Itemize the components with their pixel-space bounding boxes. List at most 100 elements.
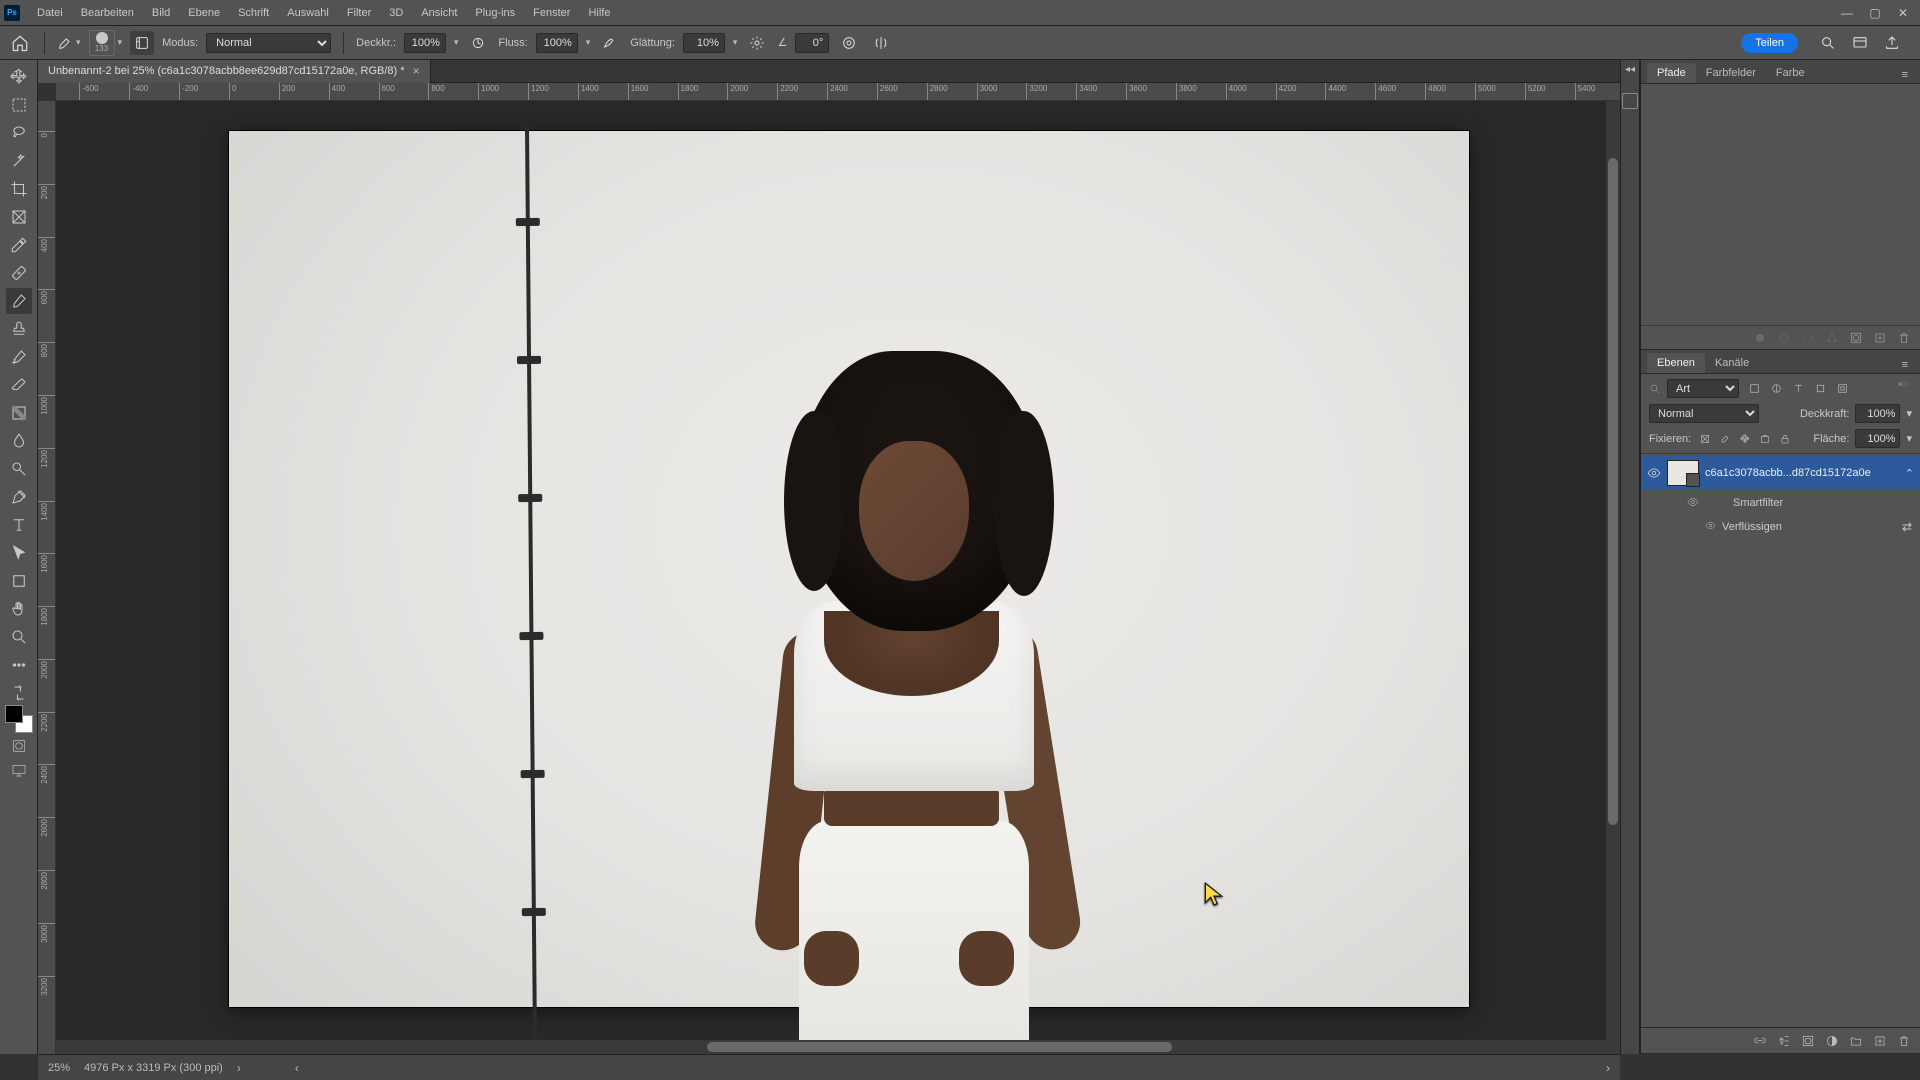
smoothing-input[interactable] <box>683 33 725 53</box>
tab-ebenen[interactable]: Ebenen <box>1647 353 1705 373</box>
eraser-tool[interactable] <box>6 372 32 398</box>
frame-tool[interactable] <box>6 204 32 230</box>
menu-bild[interactable]: Bild <box>143 3 179 23</box>
maximize-button[interactable]: ▢ <box>1862 3 1888 23</box>
brush-tool-preset[interactable]: ▾ <box>57 35 81 51</box>
home-button[interactable] <box>8 31 32 55</box>
type-tool[interactable] <box>6 512 32 538</box>
docinfo-menu-icon[interactable]: › <box>237 1061 241 1075</box>
lock-transparent-icon[interactable] <box>1697 431 1713 447</box>
path-from-selection-icon[interactable] <box>1824 330 1840 346</box>
brush-panel-toggle[interactable] <box>130 31 154 55</box>
layer-row[interactable]: c6a1c3078acbb...d87cd15172a0e ⌃ <box>1641 456 1920 490</box>
ruler-horizontal[interactable]: -600-400-2000200400600800100012001400160… <box>56 83 1620 101</box>
lock-all-icon[interactable] <box>1777 431 1793 447</box>
new-layer-icon[interactable] <box>1872 1033 1888 1049</box>
menu-ansicht[interactable]: Ansicht <box>412 3 466 23</box>
menu-schrift[interactable]: Schrift <box>229 3 278 23</box>
swap-colors[interactable] <box>6 686 32 700</box>
dodge-tool[interactable] <box>6 456 32 482</box>
wand-tool[interactable] <box>6 148 32 174</box>
canvas-vertical-scrollbar[interactable] <box>1606 101 1620 1054</box>
history-brush-tool[interactable] <box>6 344 32 370</box>
filter-toggle[interactable] <box>1894 382 1912 395</box>
menu-bearbeiten[interactable]: Bearbeiten <box>72 3 143 23</box>
filter-shape-icon[interactable] <box>1811 380 1829 398</box>
blur-tool[interactable] <box>6 428 32 454</box>
move-tool[interactable] <box>6 64 32 90</box>
document-tab[interactable]: Unbenannt-2 bei 25% (c6a1c3078acbb8ee629… <box>38 60 431 83</box>
scrollbar-thumb[interactable] <box>707 1042 1172 1052</box>
layer-fill-input[interactable] <box>1855 429 1900 448</box>
brush-preset-picker[interactable]: 133 ▾ <box>89 30 123 56</box>
marquee-tool[interactable] <box>6 92 32 118</box>
canvas-image[interactable] <box>229 131 1469 1007</box>
chevron-down-icon[interactable]: ▾ <box>586 37 591 48</box>
filter-type-icon[interactable] <box>1789 380 1807 398</box>
visibility-toggle[interactable] <box>1687 496 1699 511</box>
delete-layer-icon[interactable] <box>1896 1033 1912 1049</box>
layer-opacity-input[interactable] <box>1855 404 1900 423</box>
chevron-down-icon[interactable]: ▾ <box>1906 407 1912 420</box>
expand-dock-icon[interactable]: ◂◂ <box>1621 60 1639 79</box>
symmetry-toggle[interactable] <box>869 31 893 55</box>
delete-path-icon[interactable] <box>1896 330 1912 346</box>
docked-panel-icon[interactable] <box>1622 93 1638 109</box>
canvas-horizontal-scrollbar[interactable] <box>56 1040 1606 1054</box>
layer-mask-icon[interactable] <box>1800 1033 1816 1049</box>
filter-blend-options-icon[interactable]: ⇄ <box>1902 520 1912 534</box>
lock-position-icon[interactable] <box>1737 431 1753 447</box>
flow-input[interactable] <box>536 33 578 53</box>
layer-thumbnail[interactable] <box>1667 460 1699 486</box>
tab-farbe[interactable]: Farbe <box>1766 63 1815 83</box>
crop-tool[interactable] <box>6 176 32 202</box>
menu-3d[interactable]: 3D <box>380 3 412 23</box>
airbrush-toggle[interactable] <box>598 31 622 55</box>
menu-filter[interactable]: Filter <box>338 3 380 23</box>
blend-mode-select[interactable]: Normal <box>1649 404 1759 423</box>
export-icon[interactable] <box>1880 31 1904 55</box>
ruler-vertical[interactable]: 0200400600800100012001400160018002000220… <box>38 101 56 1054</box>
lasso-tool[interactable] <box>6 120 32 146</box>
minimize-button[interactable]: — <box>1834 3 1860 23</box>
link-layers-icon[interactable] <box>1752 1033 1768 1049</box>
visibility-toggle[interactable] <box>1705 520 1716 534</box>
new-path-icon[interactable] <box>1872 330 1888 346</box>
pen-tool[interactable] <box>6 484 32 510</box>
menu-hilfe[interactable]: Hilfe <box>579 3 619 23</box>
more-tools[interactable] <box>6 652 32 678</box>
visibility-toggle[interactable] <box>1647 466 1661 480</box>
canvas-viewport[interactable] <box>56 101 1620 1054</box>
filter-adjust-icon[interactable] <box>1767 380 1785 398</box>
opacity-pressure-toggle[interactable] <box>466 31 490 55</box>
path-select-tool[interactable] <box>6 540 32 566</box>
menu-fenster[interactable]: Fenster <box>524 3 579 23</box>
quickmask-toggle[interactable] <box>6 735 32 757</box>
blend-mode-select[interactable]: Normal <box>206 33 331 53</box>
smartfilter-item[interactable]: Verflüssigen ⇄ <box>1641 516 1920 538</box>
menu-plugins[interactable]: Plug-ins <box>466 3 524 23</box>
chevron-down-icon[interactable]: ▾ <box>1906 432 1912 445</box>
scroll-left-icon[interactable]: ‹ <box>295 1061 299 1075</box>
stroke-path-icon[interactable] <box>1776 330 1792 346</box>
menu-datei[interactable]: Datei <box>28 3 72 23</box>
add-mask-icon[interactable] <box>1848 330 1864 346</box>
brush-tool[interactable] <box>6 288 32 314</box>
search-icon[interactable] <box>1816 31 1840 55</box>
lock-pixels-icon[interactable] <box>1717 431 1733 447</box>
layer-filter-kind[interactable]: Art <box>1667 379 1739 398</box>
gradient-tool[interactable] <box>6 400 32 426</box>
close-tab-icon[interactable]: × <box>413 64 420 78</box>
menu-ebene[interactable]: Ebene <box>179 3 229 23</box>
filter-smart-icon[interactable] <box>1833 380 1851 398</box>
healing-tool[interactable] <box>6 260 32 286</box>
layer-style-icon[interactable]: fx <box>1776 1033 1792 1049</box>
angle-input[interactable] <box>795 33 829 53</box>
screenmode-toggle[interactable] <box>6 759 32 781</box>
stamp-tool[interactable] <box>6 316 32 342</box>
opacity-input[interactable] <box>404 33 446 53</box>
shape-tool[interactable] <box>6 568 32 594</box>
smartobject-expand-icon[interactable]: ⌃ <box>1905 467 1914 480</box>
selection-from-path-icon[interactable] <box>1800 330 1816 346</box>
menu-auswahl[interactable]: Auswahl <box>278 3 338 23</box>
